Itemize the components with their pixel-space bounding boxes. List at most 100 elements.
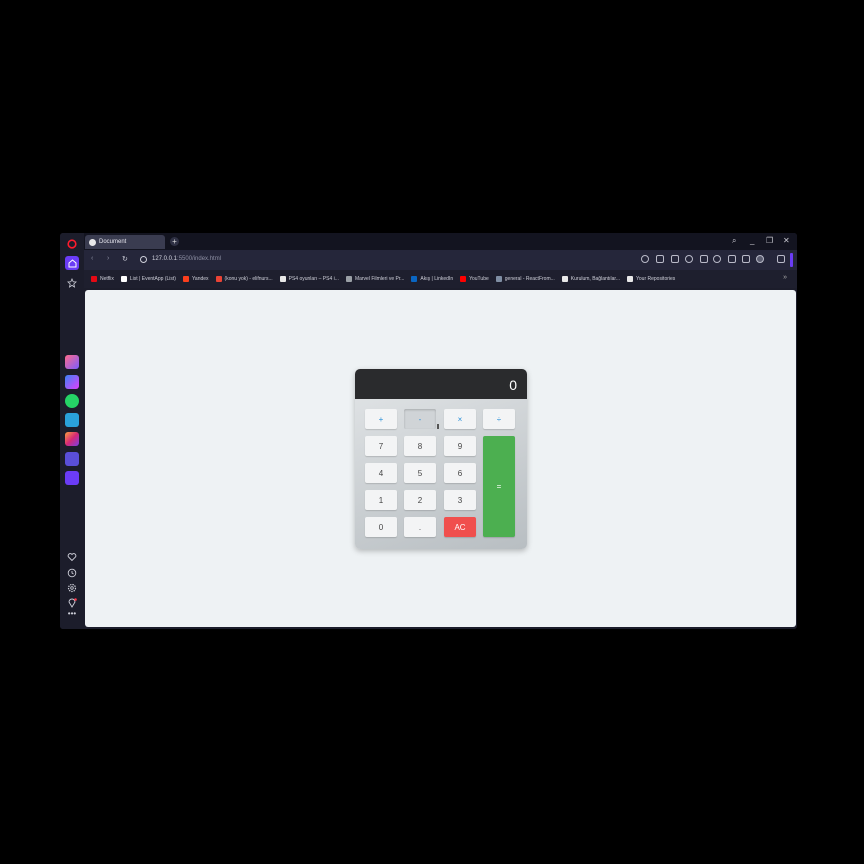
url-path: :5500/index.html [177, 256, 222, 262]
bookmark-favicon-icon [279, 276, 286, 282]
heart-icon[interactable] [67, 549, 77, 562]
key-decimal[interactable]: . [404, 517, 436, 537]
vpn-shield-icon[interactable] [685, 255, 693, 263]
address-bar: ‹ › ↻ 127.0.0.1:5500/index.html [84, 250, 797, 270]
heart-toolbar-icon[interactable] [713, 255, 721, 263]
bookmark-label: Netflix [100, 276, 114, 282]
key-4[interactable]: 4 [365, 463, 397, 483]
bookmarks-more-button[interactable]: » [783, 274, 787, 281]
bookmark-label: (konu yok) - elifnurs... [224, 276, 273, 282]
tab-title: Document [99, 239, 127, 245]
key-add[interactable]: + [365, 409, 397, 429]
key-multiply[interactable]: × [444, 409, 476, 429]
messenger-icon[interactable] [65, 375, 79, 389]
bookmark-item[interactable]: (konu yok) - elifnurs... [215, 276, 273, 282]
bookmark-favicon-icon [627, 276, 633, 282]
site-info-icon[interactable] [140, 256, 147, 263]
key-7[interactable]: 7 [365, 436, 397, 456]
bookmark-label: List | EventApp (List) [129, 276, 176, 282]
browser-window: ••• Document + ⌕ _ ❐ ✕ ‹ › ↻ 127.0.0.1:5… [60, 233, 797, 629]
bookmark-item[interactable]: Akış | LinkedIn [411, 276, 453, 282]
key-subtract[interactable]: - [404, 409, 436, 429]
key-1[interactable]: 1 [365, 490, 397, 510]
player-icon[interactable] [65, 471, 79, 485]
bookmark-item[interactable]: List | EventApp (List) [120, 276, 176, 282]
bookmark-label: Yandex [191, 276, 209, 282]
reload-button[interactable]: ↻ [122, 255, 128, 263]
bookmark-favicon-icon [91, 276, 97, 282]
key-0[interactable]: 0 [365, 517, 397, 537]
key-equals[interactable]: = [483, 436, 515, 537]
bookmark-favicon-icon [460, 276, 467, 282]
telegram-icon[interactable] [65, 413, 79, 427]
pin-icon[interactable] [67, 595, 77, 608]
more-icon[interactable]: ••• [67, 610, 77, 621]
history-icon[interactable] [67, 565, 77, 578]
url-host: 127.0.0.1 [152, 256, 178, 262]
accent-bar [790, 253, 793, 267]
bookmark-item[interactable]: Netflix [91, 276, 114, 282]
key-3[interactable]: 3 [444, 490, 476, 510]
bookmark-label: general - ReactFrom... [504, 276, 555, 282]
calculator: 0 + - × ÷ 7 8 9 4 5 6 1 2 3 0 . AC = [355, 369, 527, 549]
extensions-toolbar-icon[interactable] [777, 255, 785, 263]
easy-setup-icon[interactable] [742, 255, 750, 263]
url-field[interactable]: 127.0.0.1:5500/index.html [152, 256, 221, 262]
bookmark-item[interactable]: general - ReactFrom... [495, 276, 555, 282]
page-content: 0 + - × ÷ 7 8 9 4 5 6 1 2 3 0 . AC = [85, 290, 796, 627]
bookmark-label: Marvel Filmleri ve Pr... [354, 276, 405, 282]
bookmarks-bar: Netflix List | EventApp (List) Yandex (konu… [84, 270, 797, 288]
play-icon[interactable] [700, 255, 708, 263]
close-button[interactable]: ✕ [783, 236, 790, 246]
camera-icon[interactable] [671, 255, 679, 263]
bookmark-label: PS4 oyunları – PS4 i... [288, 276, 339, 282]
extensions-icon[interactable] [65, 452, 79, 466]
bookmark-label: Kurulum, Bağlantılar... [570, 276, 620, 282]
bookmark-favicon-icon [215, 276, 222, 282]
bookmark-label: Akış | LinkedIn [420, 276, 454, 282]
new-tab-button[interactable]: + [170, 237, 179, 246]
profile-icon[interactable] [756, 255, 764, 263]
key-divide[interactable]: ÷ [483, 409, 515, 429]
bookmark-label: Your Repositories [636, 276, 676, 282]
settings-icon[interactable] [67, 580, 77, 593]
star-icon[interactable] [65, 276, 79, 290]
whatsapp-icon[interactable] [65, 394, 79, 408]
bookmark-favicon-icon [495, 276, 502, 282]
tab-document[interactable]: Document [85, 235, 165, 249]
bookmark-item[interactable]: Yandex [182, 276, 209, 282]
bookmark-item[interactable]: PS4 oyunları – PS4 i... [279, 276, 339, 282]
minimize-button[interactable]: _ [750, 236, 754, 246]
forward-button[interactable]: › [107, 255, 109, 262]
bookmark-favicon-icon [120, 276, 127, 282]
aria-icon[interactable] [65, 355, 79, 369]
bookmark-favicon-icon [561, 276, 568, 282]
bookmark-item[interactable]: Marvel Filmleri ve Pr... [345, 276, 405, 282]
search-icon[interactable] [641, 255, 649, 263]
instagram-icon[interactable] [65, 432, 79, 446]
key-9[interactable]: 9 [444, 436, 476, 456]
tab-strip: Document + ⌕ _ ❐ ✕ [84, 233, 797, 250]
calculator-display: 0 [355, 369, 527, 399]
bookmark-favicon-icon [182, 276, 189, 282]
restore-button[interactable]: ❐ [766, 236, 773, 246]
key-5[interactable]: 5 [404, 463, 436, 483]
opera-logo-icon[interactable] [65, 237, 79, 251]
bookmark-item[interactable]: Your Repositories [627, 276, 675, 282]
bookmark-item[interactable]: Kurulum, Bağlantılar... [561, 276, 620, 282]
screenshot-icon[interactable] [656, 255, 664, 263]
key-clear[interactable]: AC [444, 517, 476, 537]
bookmark-item[interactable]: YouTube [460, 276, 489, 282]
key-6[interactable]: 6 [444, 463, 476, 483]
home-icon[interactable] [65, 256, 79, 270]
mouse-cursor-icon [437, 424, 439, 429]
key-2[interactable]: 2 [404, 490, 436, 510]
search-tabs-icon[interactable]: ⌕ [732, 236, 736, 246]
back-button[interactable]: ‹ [91, 255, 93, 262]
bookmark-label: YouTube [469, 276, 489, 282]
key-8[interactable]: 8 [404, 436, 436, 456]
sidebar: ••• [60, 233, 84, 629]
download-icon[interactable] [728, 255, 736, 263]
globe-icon [89, 238, 96, 246]
bookmark-favicon-icon [345, 276, 352, 282]
